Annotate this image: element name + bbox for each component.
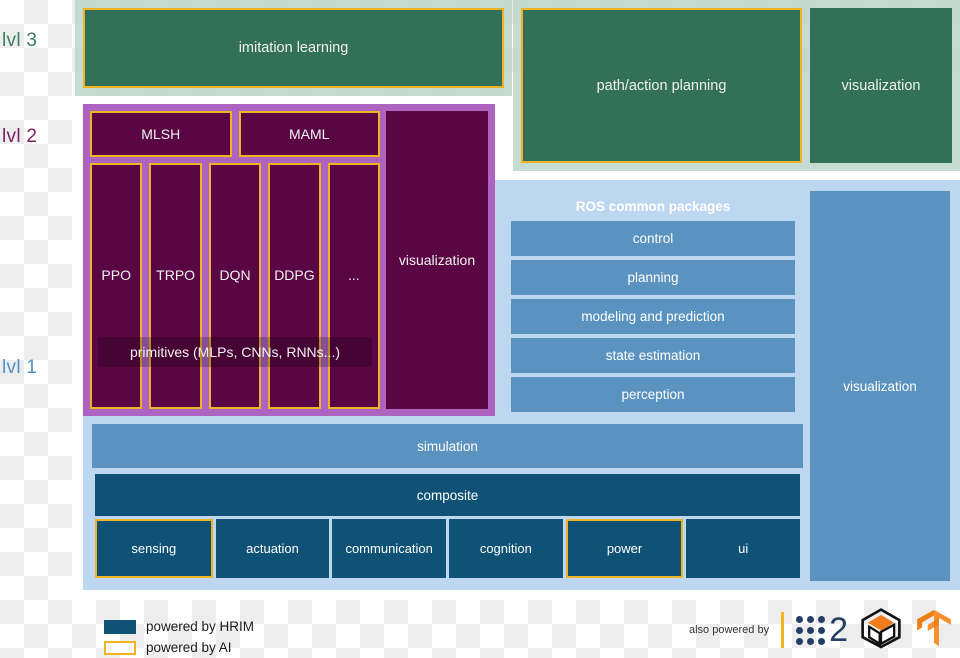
block-simulation[interactable]: simulation	[92, 424, 803, 468]
block-rl-visualization[interactable]: visualization	[386, 111, 488, 409]
level-label-lvl3: lvl 3	[2, 30, 38, 51]
ros-package-perception[interactable]: perception	[511, 377, 795, 412]
module-ui[interactable]: ui	[686, 519, 801, 578]
block-imitation-learning[interactable]: imitation learning	[83, 8, 504, 88]
block-right-visualization[interactable]: visualization	[810, 191, 950, 581]
ros-package-control[interactable]: control	[511, 221, 795, 256]
legend: powered by HRIM powered by AI	[104, 616, 254, 658]
module-cognition[interactable]: cognition	[449, 519, 563, 578]
level-label-lvl1: lvl 1	[2, 357, 38, 378]
legend-row-hrim: powered by HRIM	[104, 616, 254, 637]
footer-logos: also powered by 2	[689, 606, 954, 654]
ros2-logo-icon: 2	[796, 613, 848, 647]
module-power[interactable]: power	[565, 519, 684, 578]
rl-left-column: MLSH MAML PPO TRPO DQN DDPG ... primitiv…	[90, 111, 381, 409]
block-maml[interactable]: MAML	[238, 111, 380, 157]
level3-right-band: path/action planning visualization	[513, 0, 960, 171]
block-level3-visualization[interactable]: visualization	[810, 8, 952, 163]
rl-purple-container: MLSH MAML PPO TRPO DQN DDPG ... primitiv…	[83, 104, 495, 416]
ros2-digit: 2	[829, 611, 848, 649]
ros-common-packages-stack: ROS common packages control planning mod…	[507, 191, 799, 416]
ros-stack-title: ROS common packages	[575, 198, 731, 214]
ros2-dots-icon	[796, 615, 826, 645]
level-label-lvl2: lvl 2	[2, 126, 38, 147]
block-trpo[interactable]: TRPO	[149, 163, 202, 409]
level3-left-band: imitation learning	[75, 0, 512, 96]
composite-container: composite sensing actuation communicatio…	[92, 471, 803, 581]
block-more-algorithms[interactable]: ...	[327, 163, 381, 409]
ros-package-modeling-and-prediction[interactable]: modeling and prediction	[511, 299, 795, 334]
gazebo-logo-icon	[860, 607, 902, 654]
module-communication[interactable]: communication	[332, 519, 447, 578]
module-actuation[interactable]: actuation	[215, 519, 330, 578]
block-dqn[interactable]: DQN	[208, 163, 262, 409]
rl-algorithms-row: PPO TRPO DQN DDPG ...	[90, 163, 381, 409]
legend-label-ai: powered by AI	[146, 640, 232, 655]
composite-modules-row: sensing actuation communication cognitio…	[95, 519, 801, 578]
block-ddpg[interactable]: DDPG	[268, 163, 321, 409]
also-powered-by-label: also powered by	[688, 624, 770, 636]
composite-title: composite	[95, 474, 800, 516]
block-ppo[interactable]: PPO	[90, 163, 143, 409]
tensorflow-logo-icon	[914, 607, 954, 654]
ros-package-state-estimation[interactable]: state estimation	[511, 338, 795, 373]
ros-package-planning[interactable]: planning	[511, 260, 795, 295]
legend-swatch-ai-icon	[104, 640, 136, 655]
legend-label-hrim: powered by HRIM	[146, 619, 255, 634]
module-sensing[interactable]: sensing	[95, 519, 213, 578]
meta-learning-row: MLSH MAML	[90, 111, 380, 157]
legend-swatch-hrim-icon	[104, 619, 136, 634]
block-path-action-planning[interactable]: path/action planning	[521, 8, 802, 163]
divider-icon	[781, 612, 785, 648]
block-mlsh[interactable]: MLSH	[90, 111, 232, 157]
legend-row-ai: powered by AI	[104, 637, 254, 658]
